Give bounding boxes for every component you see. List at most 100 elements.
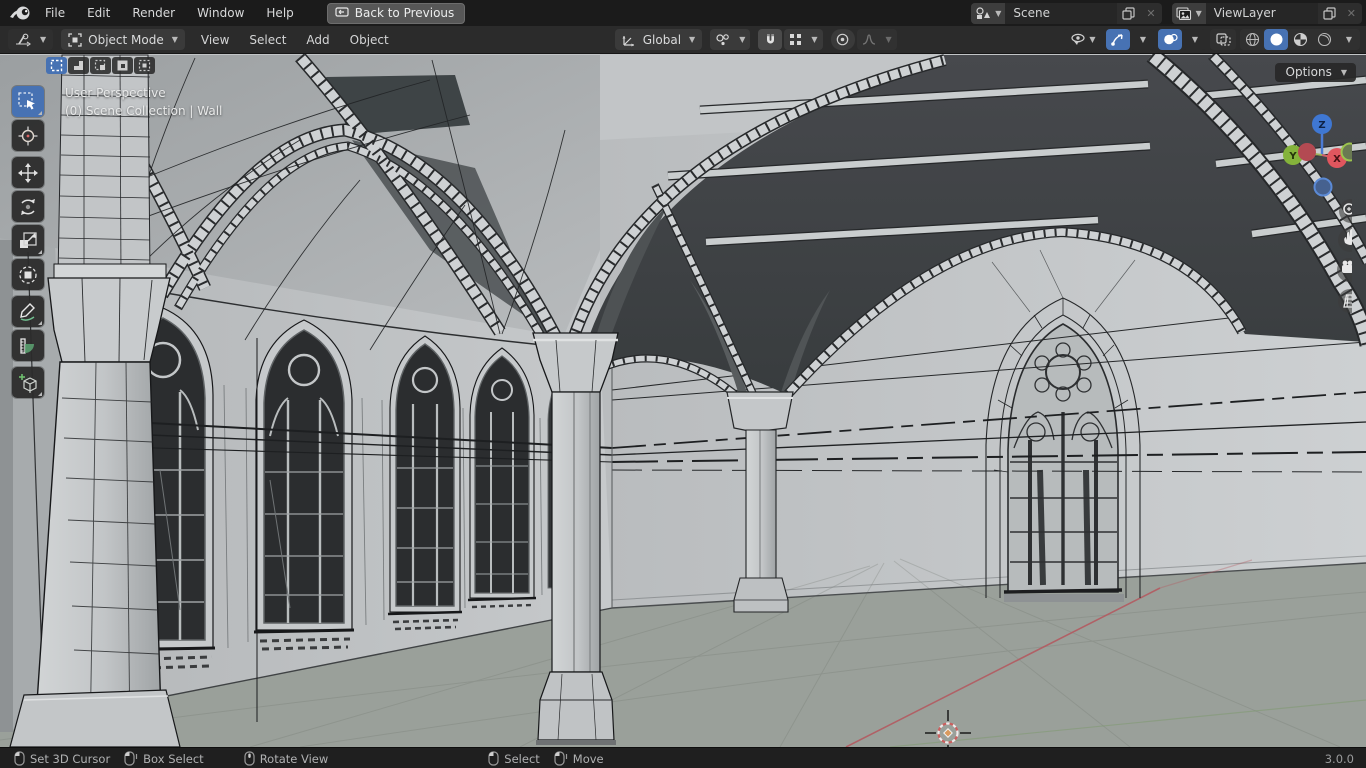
new-scene-button[interactable]	[1117, 2, 1141, 24]
mouse-left-drag-icon	[554, 751, 567, 766]
hint-move: Move	[554, 751, 604, 766]
tool-cursor[interactable]	[12, 120, 44, 151]
shading-material-button[interactable]	[1288, 29, 1312, 50]
tool-rotate[interactable]	[12, 191, 44, 222]
tool-transform[interactable]	[12, 259, 44, 290]
camera-view-button[interactable]	[1337, 258, 1352, 282]
select-mode-subtract-button[interactable]	[90, 57, 111, 74]
chevron-down-icon: ▼	[40, 35, 47, 44]
tool-add-cube[interactable]	[12, 367, 44, 398]
chevron-down-icon: ▼	[885, 35, 892, 44]
snap-settings-dropdown[interactable]: ▼	[784, 29, 823, 50]
show-overlays-toggle[interactable]	[1158, 29, 1182, 50]
tool-measure[interactable]	[12, 330, 44, 361]
viewlayer-icon	[1176, 7, 1191, 20]
zoom-button[interactable]	[1339, 199, 1352, 223]
show-gizmo-toggle[interactable]	[1106, 29, 1130, 50]
menu-file[interactable]: File	[34, 0, 76, 26]
hint-box-select: Box Select	[124, 751, 204, 766]
chevron-down-icon: ▼	[171, 35, 178, 44]
select-mode-invert-button[interactable]	[112, 57, 133, 74]
snap-toggle-button[interactable]	[758, 29, 783, 50]
perspective-toggle-button[interactable]	[1338, 289, 1352, 313]
gizmo-icon	[1111, 34, 1123, 46]
menu-view[interactable]: View	[191, 33, 239, 47]
menu-object[interactable]: Object	[340, 33, 399, 47]
overlays-icon	[1163, 33, 1178, 45]
active-collection-label: (0) Scene Collection | Wall	[65, 104, 223, 118]
svg-text:X: X	[1333, 154, 1341, 165]
viewlayer-selector: ▼ ViewLayer ✕	[1171, 2, 1362, 24]
tool-annotate[interactable]	[12, 296, 44, 327]
duplicate-icon	[1122, 6, 1136, 20]
proportional-editing-icon	[836, 33, 849, 46]
scene-browse-button[interactable]: ▼	[971, 2, 1006, 24]
pivot-point-dropdown[interactable]: ▼	[710, 29, 751, 50]
viewport-nav-cluster: Z Y X	[1283, 114, 1352, 313]
svg-text:Z: Z	[1318, 120, 1325, 131]
select-mode-extend-button[interactable]	[68, 57, 89, 74]
viewlayer-browse-button[interactable]: ▼	[1171, 2, 1206, 24]
gizmo-dropdown[interactable]: ▼	[1130, 29, 1154, 50]
editor-type-button[interactable]: ▼	[8, 29, 54, 50]
tool-box-select[interactable]	[12, 86, 44, 117]
menu-edit[interactable]: Edit	[76, 0, 121, 26]
tool-scale[interactable]	[12, 225, 44, 256]
new-viewlayer-button[interactable]	[1317, 2, 1341, 24]
menu-help[interactable]: Help	[255, 0, 304, 26]
chevron-down-icon: ▼	[811, 35, 818, 44]
nav-gizmo[interactable]: Z Y X	[1283, 114, 1352, 197]
solid-sphere-icon	[1270, 33, 1282, 46]
menu-add[interactable]: Add	[296, 33, 339, 47]
scene-selector: ▼ Scene ✕	[971, 2, 1162, 24]
viewport-header: ▼ Object Mode ▼ View Select Add Object G…	[0, 26, 1366, 53]
falloff-curve-icon	[862, 34, 875, 45]
blender-logo-icon	[10, 6, 30, 20]
options-dropdown[interactable]: Options ▼	[1274, 63, 1356, 82]
shading-rendered-button[interactable]	[1312, 29, 1336, 50]
mouse-middle-icon	[244, 751, 255, 766]
menu-render[interactable]: Render	[121, 0, 186, 26]
transform-orientation-dropdown[interactable]: Global ▼	[614, 29, 703, 50]
magnet-icon	[766, 34, 774, 44]
remove-viewlayer-button[interactable]: ✕	[1341, 7, 1362, 20]
overlays-dropdown[interactable]: ▼	[1182, 29, 1206, 50]
status-bar: Set 3D Cursor Box Select Rotate View Sel…	[0, 747, 1366, 768]
menu-select[interactable]: Select	[239, 33, 296, 47]
shading-wireframe-button[interactable]	[1240, 29, 1264, 50]
shading-dropdown[interactable]: ▼	[1336, 29, 1360, 50]
scene-name-field[interactable]: Scene	[1005, 2, 1118, 24]
3d-viewport[interactable]: User Perspective (0) Scene Collection | …	[0, 53, 1366, 747]
top-menu-bar: File Edit Render Window Help Back to Pre…	[0, 0, 1366, 26]
proportional-editing-toggle[interactable]	[830, 29, 855, 50]
back-to-previous-button[interactable]: Back to Previous	[326, 2, 466, 24]
mode-dropdown[interactable]: Object Mode ▼	[61, 29, 185, 50]
back-screen-icon	[335, 7, 349, 17]
select-mode-set-button[interactable]	[46, 57, 67, 74]
shading-mode-group: ▼	[1240, 29, 1360, 50]
viewlayer-name-field[interactable]: ViewLayer	[1205, 2, 1318, 24]
object-visibility-dropdown[interactable]: ▼	[1064, 29, 1102, 50]
hint-select: Select	[488, 751, 540, 766]
editor-3d-viewport-icon	[16, 33, 31, 46]
xray-icon	[1215, 33, 1231, 46]
version-label: 3.0.0	[1324, 751, 1354, 766]
blender-window: { "topbar": { "menus": ["File", "Edit", …	[0, 0, 1366, 768]
chevron-down-icon: ▼	[1089, 35, 1096, 44]
select-mode-buttons	[46, 57, 155, 74]
material-sphere-icon	[1293, 32, 1307, 47]
scene-icon	[976, 7, 991, 19]
unlink-scene-button[interactable]: ✕	[1140, 7, 1161, 20]
xray-toggle[interactable]	[1210, 29, 1236, 50]
wireframe-sphere-icon	[1245, 32, 1259, 47]
menu-window[interactable]: Window	[186, 0, 255, 26]
select-mode-intersect-button[interactable]	[134, 57, 155, 74]
object-mode-icon	[68, 32, 82, 47]
tool-move[interactable]	[12, 157, 44, 188]
chevron-down-icon: ▼	[689, 35, 696, 44]
shading-solid-button[interactable]	[1264, 29, 1288, 50]
visibility-eye-cursor-icon	[1071, 33, 1086, 45]
proportional-falloff-dropdown[interactable]: ▼	[856, 29, 897, 50]
pan-button[interactable]	[1338, 228, 1352, 252]
chevron-down-icon: ▼	[1195, 8, 1202, 18]
